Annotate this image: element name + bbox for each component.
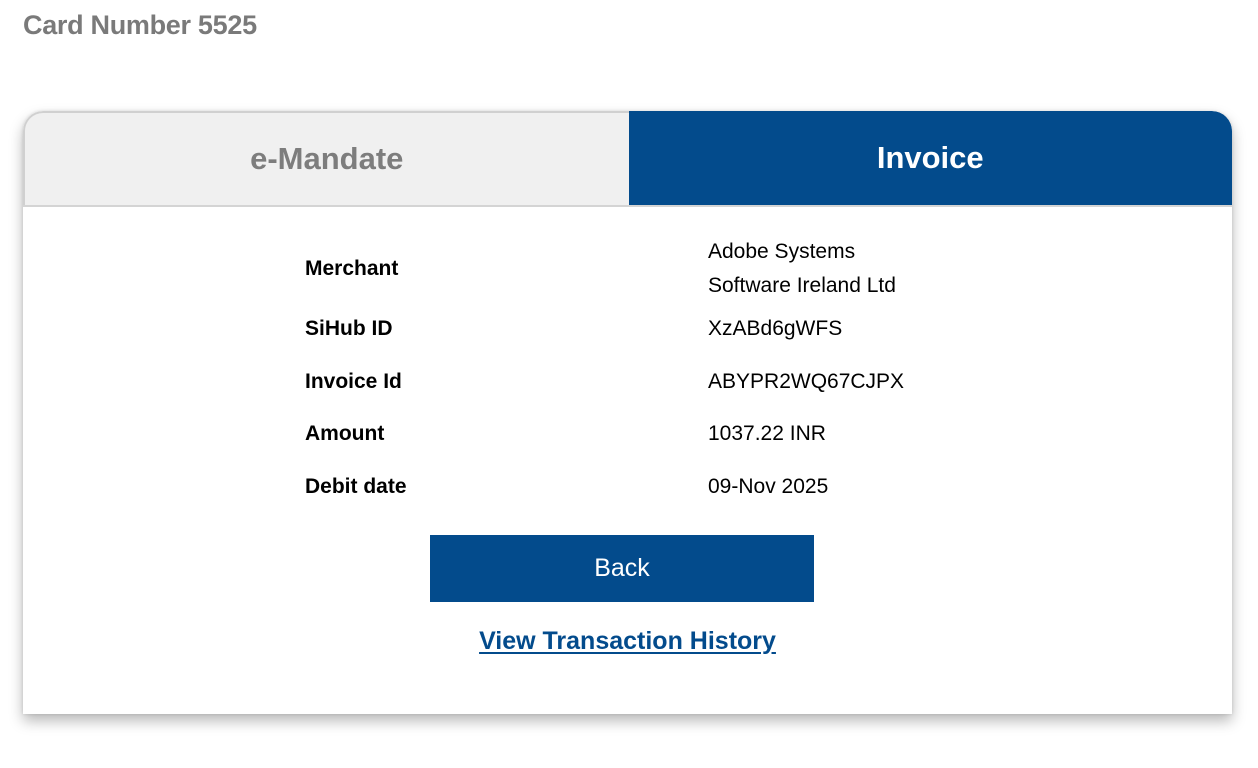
sihub-id-value: XzABd6gWFS [708,317,843,341]
amount-label: Amount [305,422,385,446]
invoice-id-value: ABYPR2WQ67CJPX [708,369,905,393]
tab-invoice[interactable]: Invoice [628,111,1232,205]
detail-row-merchant: Merchant Adobe Systems Software Ireland … [305,235,1005,303]
detail-row-invoice-id: Invoice Id ABYPR2WQ67CJPX [305,356,1005,409]
invoice-details: Merchant Adobe Systems Software Ireland … [305,235,1005,513]
tab-e-mandate[interactable]: e-Mandate [23,111,629,205]
back-button[interactable]: Back [430,535,814,602]
tab-bar: e-Mandate Invoice [23,111,1232,207]
invoice-id-label: Invoice Id [305,369,402,393]
merchant-value-line2: Software Ireland Ltd [708,274,896,297]
view-transaction-history-text[interactable]: View Transaction History [479,627,776,655]
detail-row-debit-date: Debit date 09-Nov 2025 [305,461,1005,514]
merchant-label: Merchant [305,257,399,280]
page-title: Card Number 5525 [23,10,257,40]
invoice-card: e-Mandate Invoice Merchant Adobe Systems… [23,111,1232,714]
sihub-id-label: SiHub ID [305,317,393,341]
detail-row-amount: Amount 1037.22 INR [305,408,1005,461]
debit-date-label: Debit date [305,474,407,498]
merchant-value-line1: Adobe Systems [708,240,856,263]
debit-date-value: 09-Nov 2025 [708,474,829,498]
view-transaction-history-link: View Transaction History [23,627,1232,656]
detail-row-sihub-id: SiHub ID XzABd6gWFS [305,303,1005,356]
merchant-value: Adobe Systems Software Ireland Ltd [708,235,896,303]
amount-value: 1037.22 INR [708,422,826,446]
